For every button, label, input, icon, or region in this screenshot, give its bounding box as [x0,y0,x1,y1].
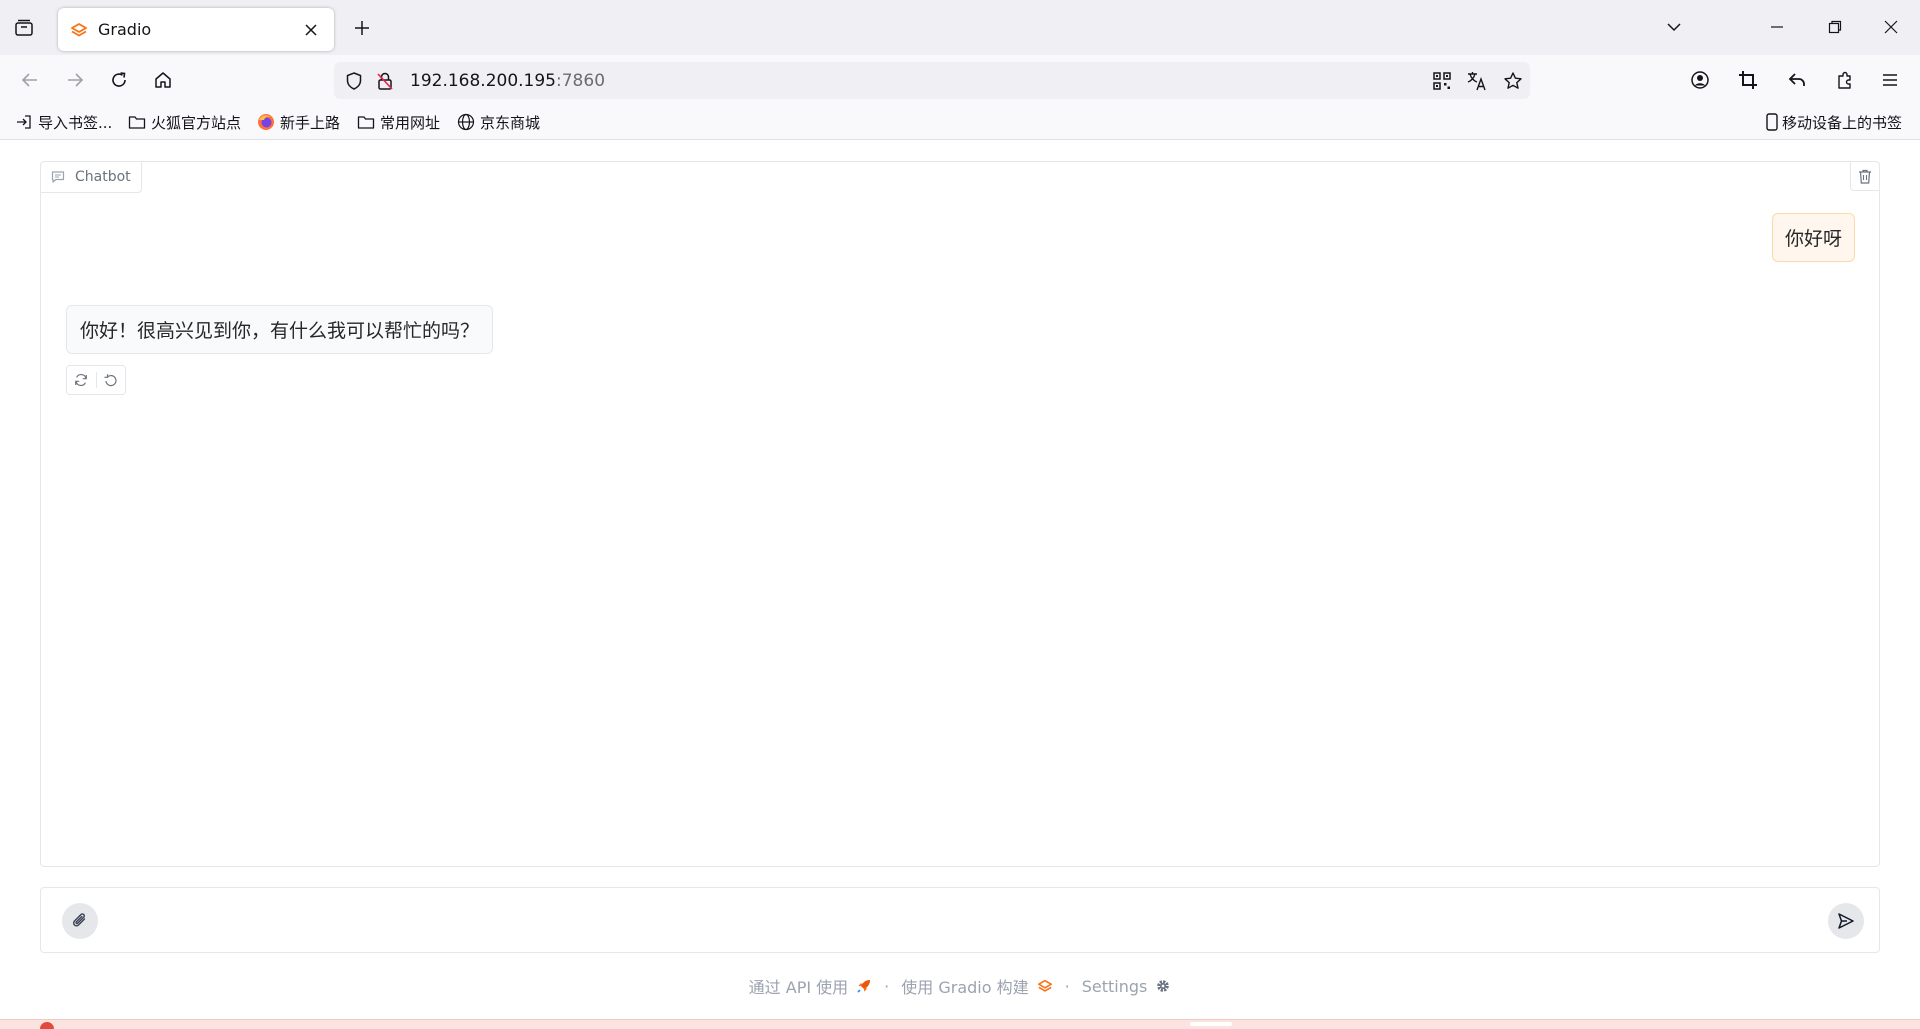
bookmark-jd-mall[interactable]: 京东商城 [457,111,540,133]
close-icon [1884,20,1898,34]
hamburger-menu-icon [1883,74,1897,86]
qr-code-icon[interactable] [1431,70,1453,92]
plus-icon [355,21,369,35]
built-with-gradio-link[interactable]: 使用 Gradio 构建 [901,974,1052,998]
puzzle-icon [1838,71,1851,89]
url-bar[interactable]: 192.168.200.195:7860 [334,62,1530,99]
bookmark-firefox-official[interactable]: 火狐官方站点 [128,111,241,133]
translate-icon[interactable] [1466,70,1488,92]
settings-link[interactable]: Settings [1082,977,1172,996]
extensions-button[interactable] [1830,65,1860,95]
bookmark-common-sites[interactable]: 常用网址 [357,111,440,133]
back-button[interactable] [15,65,45,95]
arrow-right-icon [68,73,84,87]
account-button[interactable] [1685,65,1715,95]
undo-button[interactable] [1782,65,1812,95]
home-icon [155,72,171,88]
new-tab-button[interactable] [348,14,376,42]
retry-icon [75,373,88,387]
minimize-button[interactable] [1760,12,1794,42]
chatbot-label: Chatbot [41,162,142,193]
close-tab-icon[interactable] [300,19,322,41]
tab-list-button[interactable] [10,14,38,42]
gradio-favicon-icon [70,21,88,39]
browser-tab[interactable]: Gradio [58,8,334,51]
tab-list-icon [15,19,33,36]
account-icon [1691,71,1709,89]
clear-chat-button[interactable] [1850,162,1879,191]
undo-icon [104,373,117,386]
bookmark-getting-started[interactable]: 新手上路 [257,111,340,133]
send-arrow-icon [1838,913,1854,929]
close-window-button[interactable] [1874,12,1908,42]
paperclip-icon [72,913,86,927]
chat-bubble-icon [51,170,65,184]
restore-button[interactable] [1818,12,1852,42]
message-actions [66,365,126,395]
user-message: 你好呀 [1771,213,1855,262]
bookmarks-toolbar: 导入书签... 火狐官方站点 新手上路 常用网址 京东商城 移动设备上的书签 [0,105,1920,140]
tab-title: Gradio [98,20,152,39]
url-text[interactable]: 192.168.200.195:7860 [410,71,605,91]
use-via-api-link[interactable]: 通过 API 使用 [749,974,873,998]
folder-icon [128,113,146,131]
assistant-message: 你好！很高兴见到你，有什么我可以帮忙的吗？ [66,305,494,354]
bookmark-star-icon[interactable] [1502,70,1524,92]
tab-overflow-button[interactable] [1657,12,1691,42]
insecure-lock-icon[interactable] [374,70,396,92]
crop-icon [1739,71,1757,89]
chevron-down-icon [1667,23,1681,32]
chatbot-panel: Chatbot 你好呀 你好！很高兴见到你，有什么我可以帮忙的吗？ [40,161,1880,867]
browser-tab-strip: Gradio [0,0,1920,55]
gear-icon [1155,978,1171,994]
mobile-bookmarks[interactable]: 移动设备上的书签 [1765,111,1902,133]
mobile-device-icon [1765,113,1779,131]
home-button[interactable] [148,65,178,95]
arrow-left-icon [21,73,37,87]
forward-button[interactable] [60,65,90,95]
page-footer: 通过 API 使用 · 使用 Gradio 构建 · Settings [0,974,1920,998]
rocket-icon [856,978,872,994]
restore-icon [1828,20,1842,34]
retry-button[interactable] [67,366,96,394]
undo-message-button[interactable] [97,366,126,394]
reload-icon [112,72,126,87]
status-strip [0,1019,1920,1029]
message-textbox[interactable] [113,904,1783,938]
message-input-box [40,887,1880,953]
screenshot-button[interactable] [1733,65,1763,95]
firefox-icon [257,113,275,131]
gradio-logo-icon [1037,978,1053,994]
upload-file-button[interactable] [62,903,98,939]
folder-icon [357,113,375,131]
import-icon [15,113,33,131]
navigation-bar: 192.168.200.195:7860 [0,55,1920,105]
menu-button[interactable] [1875,65,1905,95]
globe-icon [457,113,475,131]
tracking-shield-icon[interactable] [343,70,365,92]
reload-button[interactable] [104,65,134,95]
send-button[interactable] [1828,903,1864,939]
minimize-icon [1771,26,1783,28]
bookmark-import[interactable]: 导入书签... [15,111,112,133]
trash-icon [1859,169,1871,184]
undo-arrow-icon [1788,73,1805,86]
